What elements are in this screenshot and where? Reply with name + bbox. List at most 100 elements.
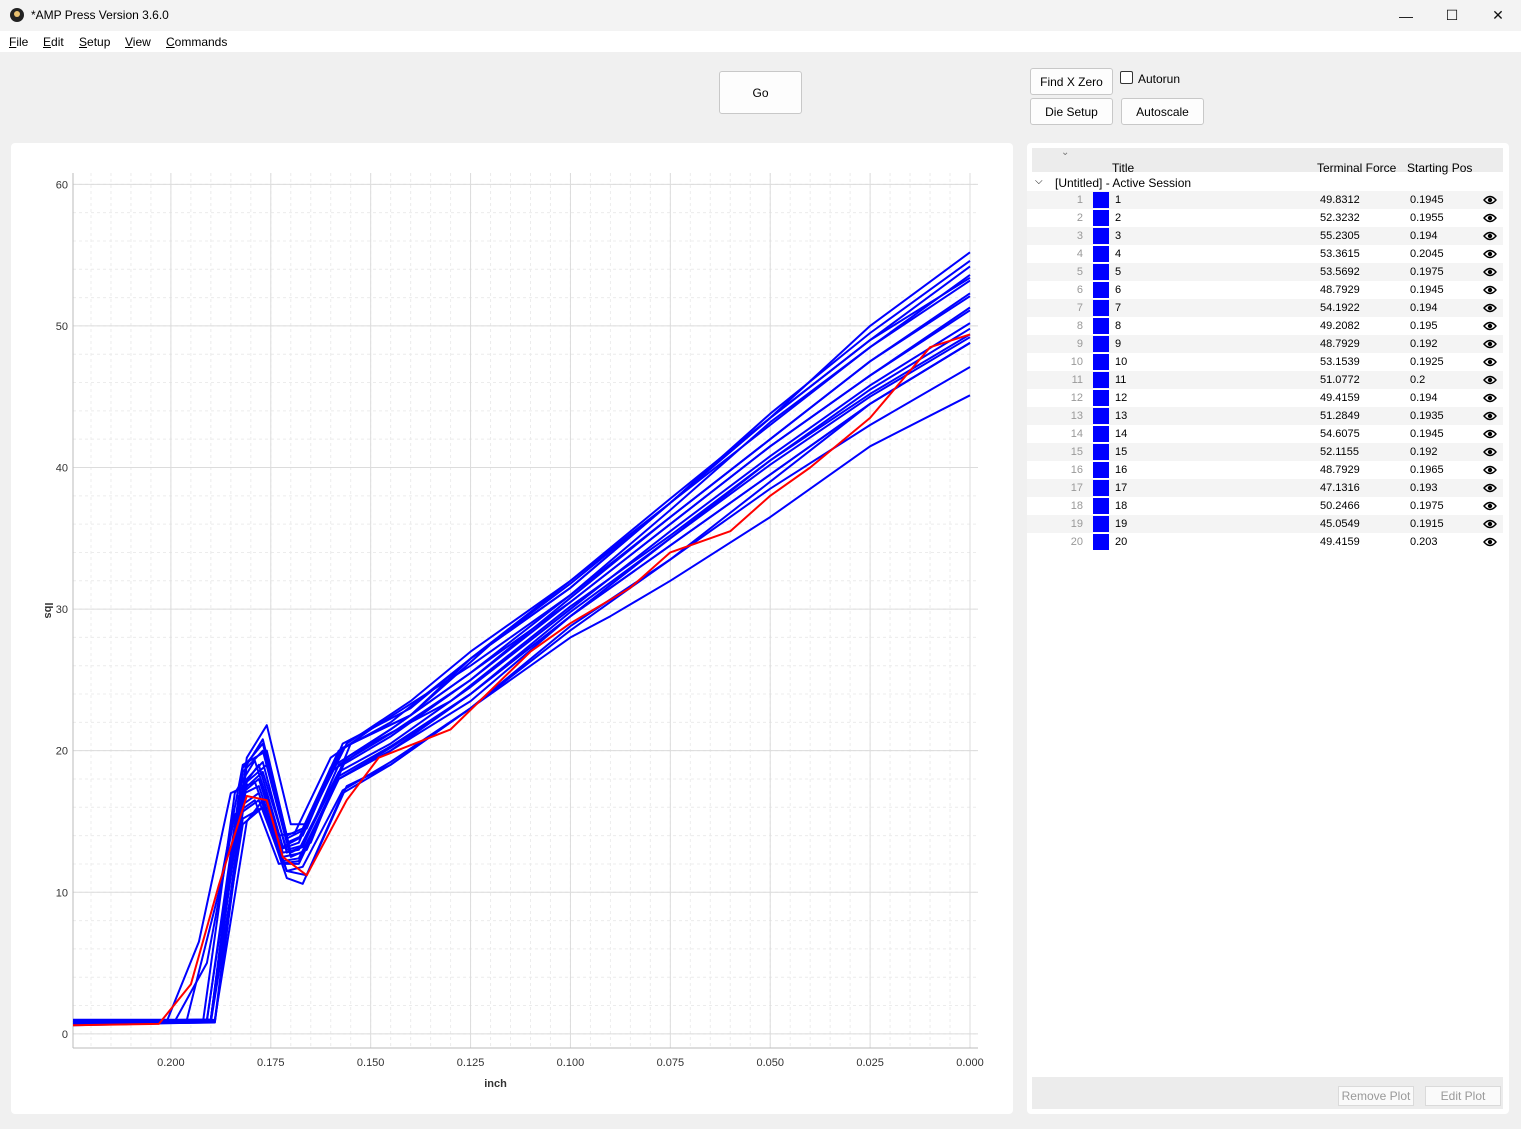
sort-chevron-icon[interactable]: ⌄ (1061, 147, 1069, 158)
table-row[interactable]: 14 14 54.6075 0.1945 (1027, 425, 1503, 443)
x-tick-label: 0.175 (257, 1057, 285, 1069)
y-tick-label: 20 (56, 746, 68, 758)
table-row[interactable]: 4 4 53.3615 0.2045 (1027, 245, 1503, 263)
find-x-zero-button[interactable]: Find X Zero (1030, 68, 1113, 95)
color-swatch[interactable] (1093, 192, 1109, 208)
session-expand-chevron-icon[interactable]: ⌵ (1035, 176, 1043, 187)
color-swatch[interactable] (1093, 300, 1109, 316)
color-swatch[interactable] (1093, 372, 1109, 388)
x-tick-label: 0.025 (856, 1057, 884, 1069)
color-swatch[interactable] (1093, 282, 1109, 298)
x-tick-label: 0.125 (457, 1057, 485, 1069)
visibility-eye-icon[interactable] (1483, 446, 1497, 458)
table-row[interactable]: 8 8 49.2082 0.195 (1027, 317, 1503, 335)
row-number: 4 (1076, 248, 1083, 260)
visibility-eye-icon[interactable] (1483, 230, 1497, 242)
visibility-eye-icon[interactable] (1483, 482, 1497, 494)
menu-setup[interactable]: Setup (79, 35, 110, 49)
visibility-eye-icon[interactable] (1483, 338, 1497, 350)
series-line-6[interactable] (73, 342, 971, 1021)
table-row[interactable]: 17 17 47.1316 0.193 (1027, 479, 1503, 497)
column-starting-pos[interactable]: Starting Pos (1407, 161, 1472, 175)
visibility-eye-icon[interactable] (1483, 410, 1497, 422)
color-swatch[interactable] (1093, 444, 1109, 460)
table-row[interactable]: 12 12 49.4159 0.194 (1027, 389, 1503, 407)
table-row[interactable]: 10 10 53.1539 0.1925 (1027, 353, 1503, 371)
series-line-12[interactable] (72, 333, 971, 1027)
color-swatch[interactable] (1093, 462, 1109, 478)
column-title[interactable]: Title (1112, 161, 1134, 175)
table-row[interactable]: 5 5 53.5692 0.1975 (1027, 263, 1503, 281)
row-title: 14 (1115, 428, 1128, 440)
menu-view[interactable]: View (125, 35, 151, 49)
visibility-eye-icon[interactable] (1483, 194, 1497, 206)
series-line-9[interactable] (72, 342, 971, 1023)
table-row[interactable]: 2 2 52.3232 0.1955 (1027, 209, 1503, 227)
series-line-1[interactable] (72, 327, 971, 1024)
visibility-eye-icon[interactable] (1483, 500, 1497, 512)
visibility-eye-icon[interactable] (1483, 536, 1497, 548)
series-line-8[interactable] (72, 336, 971, 1024)
color-swatch[interactable] (1093, 534, 1109, 550)
close-button[interactable]: ✕ (1475, 0, 1521, 31)
visibility-eye-icon[interactable] (1483, 374, 1497, 386)
visibility-eye-icon[interactable] (1483, 248, 1497, 260)
table-header: ⌄ Title Terminal Force Starting Pos (1032, 147, 1503, 175)
table-row[interactable]: 6 6 48.7929 0.1945 (1027, 281, 1503, 299)
table-row[interactable]: 11 11 51.0772 0.2 (1027, 371, 1503, 389)
color-swatch[interactable] (1093, 516, 1109, 532)
table-row[interactable]: 15 15 52.1155 0.192 (1027, 443, 1503, 461)
row-terminal-force: 49.8312 (1320, 194, 1360, 206)
row-number: 10 (1070, 356, 1083, 368)
maximize-button[interactable]: ☐ (1429, 0, 1475, 31)
color-swatch[interactable] (1093, 264, 1109, 280)
visibility-eye-icon[interactable] (1483, 320, 1497, 332)
table-row[interactable]: 19 19 45.0549 0.1915 (1027, 515, 1503, 533)
visibility-eye-icon[interactable] (1483, 212, 1497, 224)
autorun-checkbox[interactable] (1120, 71, 1133, 84)
color-swatch[interactable] (1093, 390, 1109, 406)
autoscale-button[interactable]: Autoscale (1121, 98, 1204, 125)
color-swatch[interactable] (1093, 318, 1109, 334)
die-setup-button[interactable]: Die Setup (1030, 98, 1113, 125)
table-row[interactable]: 20 20 49.4159 0.203 (1027, 533, 1503, 551)
series-line-16[interactable] (72, 342, 971, 1023)
menu-file[interactable]: File (9, 35, 28, 49)
table-row[interactable]: 9 9 48.7929 0.192 (1027, 335, 1503, 353)
menu-commands[interactable]: Commands (166, 35, 227, 49)
color-swatch[interactable] (1093, 354, 1109, 370)
remove-plot-button[interactable]: Remove Plot (1338, 1086, 1414, 1106)
menu-edit[interactable]: Edit (43, 35, 64, 49)
visibility-eye-icon[interactable] (1483, 518, 1497, 530)
series-line-20[interactable] (72, 333, 971, 1024)
color-swatch[interactable] (1093, 246, 1109, 262)
visibility-eye-icon[interactable] (1483, 284, 1497, 296)
table-row[interactable]: 7 7 54.1922 0.194 (1027, 299, 1503, 317)
table-row[interactable]: 3 3 55.2305 0.194 (1027, 227, 1503, 245)
color-swatch[interactable] (1093, 228, 1109, 244)
visibility-eye-icon[interactable] (1483, 266, 1497, 278)
color-swatch[interactable] (1093, 480, 1109, 496)
go-button[interactable]: Go (719, 71, 802, 114)
visibility-eye-icon[interactable] (1483, 464, 1497, 476)
visibility-eye-icon[interactable] (1483, 428, 1497, 440)
row-number: 1 (1076, 194, 1083, 206)
color-swatch[interactable] (1093, 336, 1109, 352)
table-row[interactable]: 13 13 51.2849 0.1935 (1027, 407, 1503, 425)
column-terminal-force[interactable]: Terminal Force (1317, 161, 1396, 175)
table-row[interactable]: 16 16 48.7929 0.1965 (1027, 461, 1503, 479)
color-swatch[interactable] (1093, 426, 1109, 442)
table-row[interactable]: 1 1 49.8312 0.1945 (1027, 191, 1503, 209)
color-swatch[interactable] (1093, 498, 1109, 514)
minimize-button[interactable]: — (1383, 0, 1429, 31)
color-swatch[interactable] (1093, 210, 1109, 226)
visibility-eye-icon[interactable] (1483, 392, 1497, 404)
color-swatch[interactable] (1093, 408, 1109, 424)
x-tick-label: 0.200 (157, 1057, 185, 1069)
visibility-eye-icon[interactable] (1483, 302, 1497, 314)
force-chart[interactable]: 0.200 0.175 0.150 0.125 0.100 0.075 0.050 0.025… (11, 143, 1013, 1114)
visibility-eye-icon[interactable] (1483, 356, 1497, 368)
session-node[interactable]: [Untitled] - Active Session (1055, 176, 1191, 190)
edit-plot-button[interactable]: Edit Plot (1425, 1086, 1501, 1106)
table-row[interactable]: 18 18 50.2466 0.1975 (1027, 497, 1503, 515)
